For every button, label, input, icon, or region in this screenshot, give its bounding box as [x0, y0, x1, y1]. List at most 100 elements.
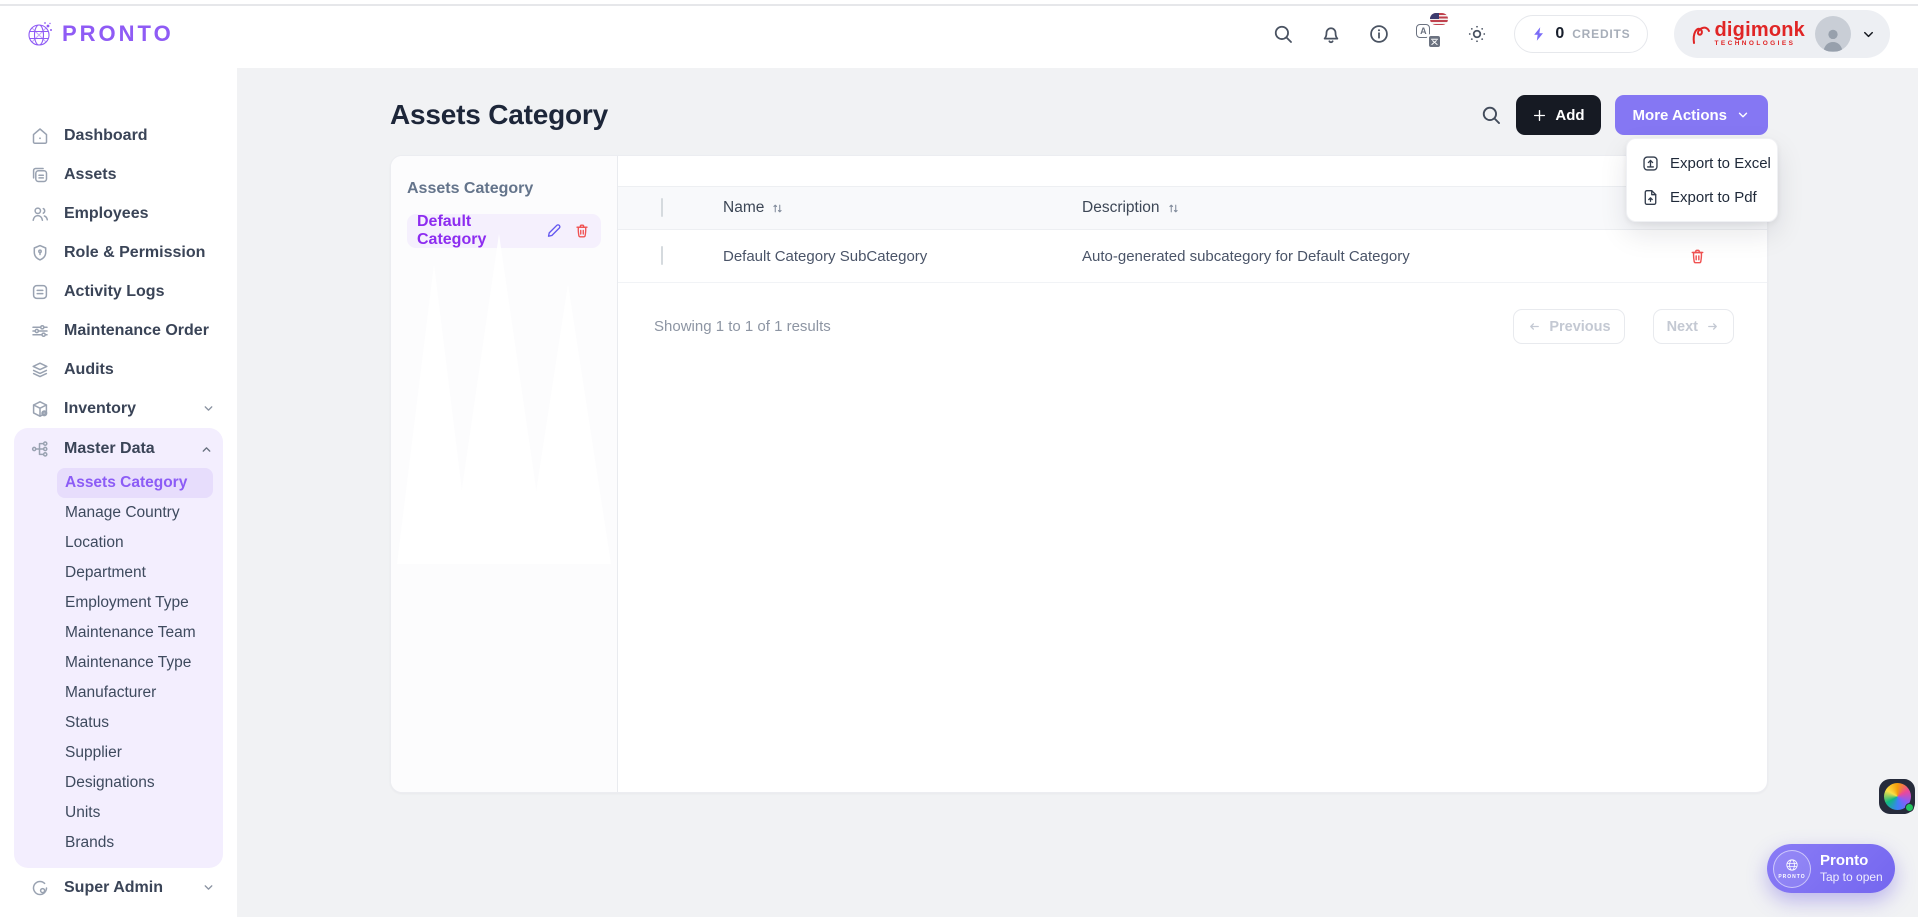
- previous-page-button[interactable]: Previous: [1513, 309, 1625, 344]
- search-icon[interactable]: [1272, 23, 1294, 45]
- delete-category-button[interactable]: [573, 222, 591, 240]
- home-icon: [32, 127, 48, 144]
- sidebar-item-label: Audits: [64, 360, 114, 378]
- users-icon: [32, 206, 49, 221]
- pronto-chat-launcher[interactable]: PRONTO Pronto Tap to open: [1767, 844, 1895, 893]
- sidebar-subitem-department[interactable]: Department: [57, 558, 213, 588]
- sidebar-item-employees[interactable]: Employees: [0, 194, 237, 233]
- next-page-button[interactable]: Next: [1652, 309, 1734, 344]
- credits-label: CREDITS: [1572, 27, 1631, 41]
- sidebar-item-activity-logs[interactable]: Activity Logs: [0, 272, 237, 311]
- lightning-bolt-icon: [1531, 26, 1547, 42]
- subitem-label: Manufacturer: [65, 684, 157, 701]
- notifications-bell-icon[interactable]: [1320, 23, 1342, 45]
- sidebar-subitem-designations[interactable]: Designations: [57, 768, 213, 798]
- column-header-name[interactable]: Name: [723, 199, 1082, 217]
- delete-row-button[interactable]: [1688, 247, 1707, 266]
- sidebar-subitem-assets-category[interactable]: Assets Category: [57, 468, 213, 498]
- admin-icon: [32, 880, 48, 895]
- trash-icon: [1691, 249, 1703, 263]
- sidebar-item-label: Maintenance Order: [64, 321, 209, 339]
- language-translate-icon[interactable]: A: [1416, 13, 1449, 49]
- sidebar-subitem-maintenance-type[interactable]: Maintenance Type: [57, 648, 213, 678]
- sidebar-item-label: Assets: [64, 165, 117, 183]
- sidebar-subitem-brands[interactable]: Brands: [57, 828, 213, 858]
- sort-icon[interactable]: [1166, 201, 1181, 216]
- add-button[interactable]: Add: [1516, 95, 1601, 135]
- menu-item-export-excel[interactable]: Export to Excel: [1633, 146, 1771, 180]
- add-button-label: Add: [1555, 106, 1585, 124]
- profile-menu[interactable]: digimonk TECHNOLOGIES: [1673, 10, 1890, 58]
- category-name: Default Category: [417, 213, 487, 248]
- sidebar-item-super-admin[interactable]: Super Admin: [0, 868, 237, 907]
- info-icon[interactable]: [1368, 23, 1390, 45]
- menu-item-label: Export to Pdf: [1670, 188, 1757, 206]
- row-description: Auto-generated subcategory for Default C…: [1082, 247, 1410, 265]
- sidebar-item-maintenance-order[interactable]: Maintenance Order: [0, 311, 237, 350]
- menu-item-export-pdf[interactable]: Export to Pdf: [1633, 180, 1771, 214]
- sidebar-item-audits[interactable]: Audits: [0, 350, 237, 389]
- sidebar-subitem-location[interactable]: Location: [57, 528, 213, 558]
- sidebar-item-master-data[interactable]: Master Data: [14, 430, 223, 468]
- more-actions-button[interactable]: More Actions: [1614, 95, 1768, 135]
- chat-title: Pronto: [1820, 851, 1869, 869]
- sidebar-subitem-manage-country[interactable]: Manage Country: [57, 498, 213, 528]
- column-header-description[interactable]: Description: [1082, 199, 1627, 217]
- us-flag-badge: [1430, 13, 1449, 25]
- theme-brightness-icon[interactable]: [1466, 23, 1488, 45]
- top-header: PRONTO A 0 CREDITS digimonk TECHNOLOGIES: [0, 0, 1918, 68]
- sidebar-subitem-units[interactable]: Units: [57, 798, 213, 828]
- subitem-label: Designations: [65, 774, 155, 791]
- sort-icon[interactable]: [770, 201, 785, 216]
- chevron-down-icon: [202, 881, 215, 894]
- edit-category-button[interactable]: [545, 222, 563, 240]
- sidebar-item-dashboard[interactable]: Dashboard: [0, 116, 237, 155]
- user-avatar[interactable]: [1815, 16, 1851, 52]
- sidebar-subitem-status[interactable]: Status: [57, 708, 213, 738]
- assets-category-card: Assets Category Default Category Name De…: [390, 155, 1768, 793]
- decorative-triangle: [525, 284, 611, 564]
- digimonk-logo: digimonk TECHNOLOGIES: [1690, 20, 1806, 48]
- sidebar-nav: Dashboard Assets Employees Role & Permis…: [0, 68, 237, 917]
- sidebar-subitem-maintenance-team[interactable]: Maintenance Team: [57, 618, 213, 648]
- sidebar-subitem-supplier[interactable]: Supplier: [57, 738, 213, 768]
- cube-icon: [32, 400, 48, 417]
- sidebar-subitem-manufacturer[interactable]: Manufacturer: [57, 678, 213, 708]
- subitem-label: Status: [65, 714, 109, 731]
- sidebar-item-label: Dashboard: [64, 126, 148, 144]
- subitem-label: Units: [65, 804, 101, 821]
- logo-text: PRONTO: [62, 21, 174, 46]
- sidebar-item-inventory[interactable]: Inventory: [0, 389, 237, 428]
- pronto-logo[interactable]: PRONTO: [24, 18, 174, 50]
- row-checkbox[interactable]: [661, 246, 663, 265]
- sidebar-item-assets[interactable]: Assets: [0, 155, 237, 194]
- subitem-label: Brands: [65, 834, 115, 851]
- chat-logo-text: PRONTO: [1778, 874, 1806, 880]
- subitem-label: Department: [65, 564, 146, 581]
- layers-icon: [32, 361, 48, 377]
- next-label: Next: [1666, 318, 1698, 335]
- tree-icon: [31, 441, 48, 457]
- sidebar-subitem-employment-type[interactable]: Employment Type: [57, 588, 213, 618]
- column-label: Name: [723, 199, 765, 216]
- table-header-row: Name Description: [618, 186, 1767, 230]
- sidebar-item-label: Activity Logs: [64, 282, 165, 300]
- shield-icon: [33, 244, 47, 261]
- sidebar-item-label: Super Admin: [64, 878, 163, 896]
- sidebar-item-label: Role & Permission: [64, 243, 206, 261]
- main-content: Assets Category Add More Actions Export …: [237, 68, 1918, 917]
- select-all-checkbox[interactable]: [661, 198, 663, 217]
- sidebar-item-label: Master Data: [64, 440, 155, 457]
- category-item-default[interactable]: Default Category: [407, 213, 601, 248]
- arrow-right-icon: [1708, 323, 1717, 330]
- translate-cjk-glyph: [1427, 34, 1443, 49]
- table-row: Default Category SubCategory Auto-genera…: [618, 230, 1767, 283]
- assistant-avatar-chip[interactable]: [1879, 779, 1915, 814]
- sidebar-item-role-permission[interactable]: Role & Permission: [0, 233, 237, 272]
- subitem-label: Location: [65, 534, 124, 551]
- top-divider: [0, 4, 1918, 6]
- credits-pill[interactable]: 0 CREDITS: [1514, 15, 1648, 53]
- plus-icon: [1532, 108, 1547, 123]
- table-search-icon[interactable]: [1480, 104, 1502, 126]
- subitem-label: Maintenance Type: [65, 654, 192, 671]
